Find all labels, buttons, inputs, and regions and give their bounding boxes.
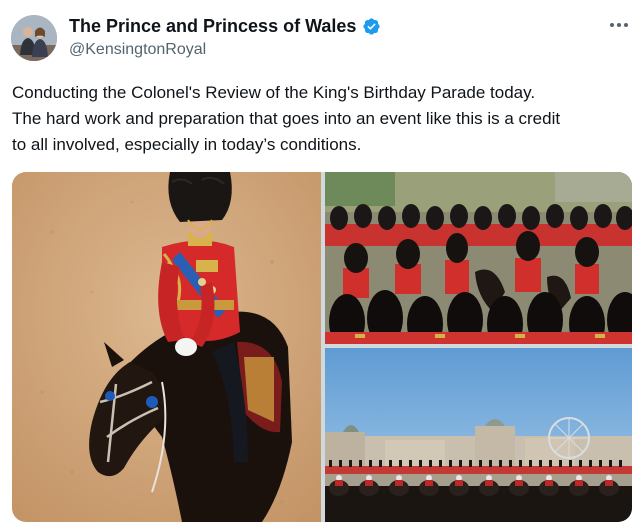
- photo-rider-on-horse[interactable]: [12, 172, 321, 522]
- display-name-row: The Prince and Princess of Wales: [69, 14, 381, 38]
- avatar[interactable]: [11, 15, 57, 61]
- tweet-text: Conducting the Colonel's Review of the K…: [12, 83, 561, 154]
- tweet-card: The Prince and Princess of Wales @Kensin…: [0, 0, 644, 525]
- parade-ground-image: [325, 348, 632, 522]
- guards-crowd-image: [325, 172, 632, 344]
- author-block: The Prince and Princess of Wales @Kensin…: [69, 14, 381, 61]
- avatar-photo: [11, 15, 57, 61]
- media-grid: [12, 172, 632, 522]
- rider-photo-image: [12, 172, 321, 522]
- display-name[interactable]: The Prince and Princess of Wales: [69, 14, 356, 38]
- more-options-button[interactable]: [608, 14, 630, 36]
- verified-badge-icon: [363, 17, 381, 35]
- photo-guards-crowd[interactable]: [325, 172, 632, 344]
- photo-horse-guards-parade[interactable]: [325, 348, 632, 522]
- more-horizontal-icon: [610, 23, 628, 27]
- handle[interactable]: @KensingtonRoyal: [69, 39, 381, 61]
